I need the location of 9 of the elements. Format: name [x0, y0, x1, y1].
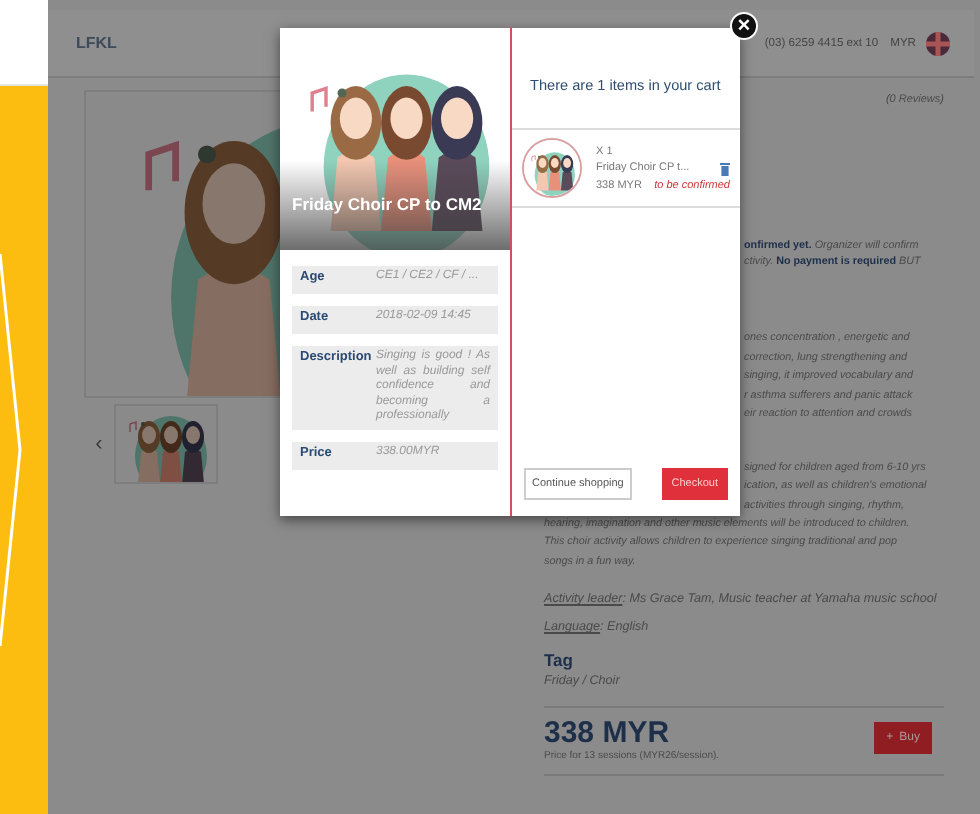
flag-icon[interactable] — [926, 31, 950, 55]
tag-heading: Tag — [544, 649, 575, 670]
price: 338 MYR — [544, 715, 672, 750]
logo[interactable]: LFKL — [76, 34, 117, 52]
trash-icon[interactable] — [720, 161, 730, 175]
previous-arrow[interactable]: ‹ — [84, 432, 114, 456]
chevron-icon — [0, 250, 24, 650]
cart-thumbnail — [522, 138, 582, 198]
thumbnail[interactable] — [114, 404, 218, 484]
